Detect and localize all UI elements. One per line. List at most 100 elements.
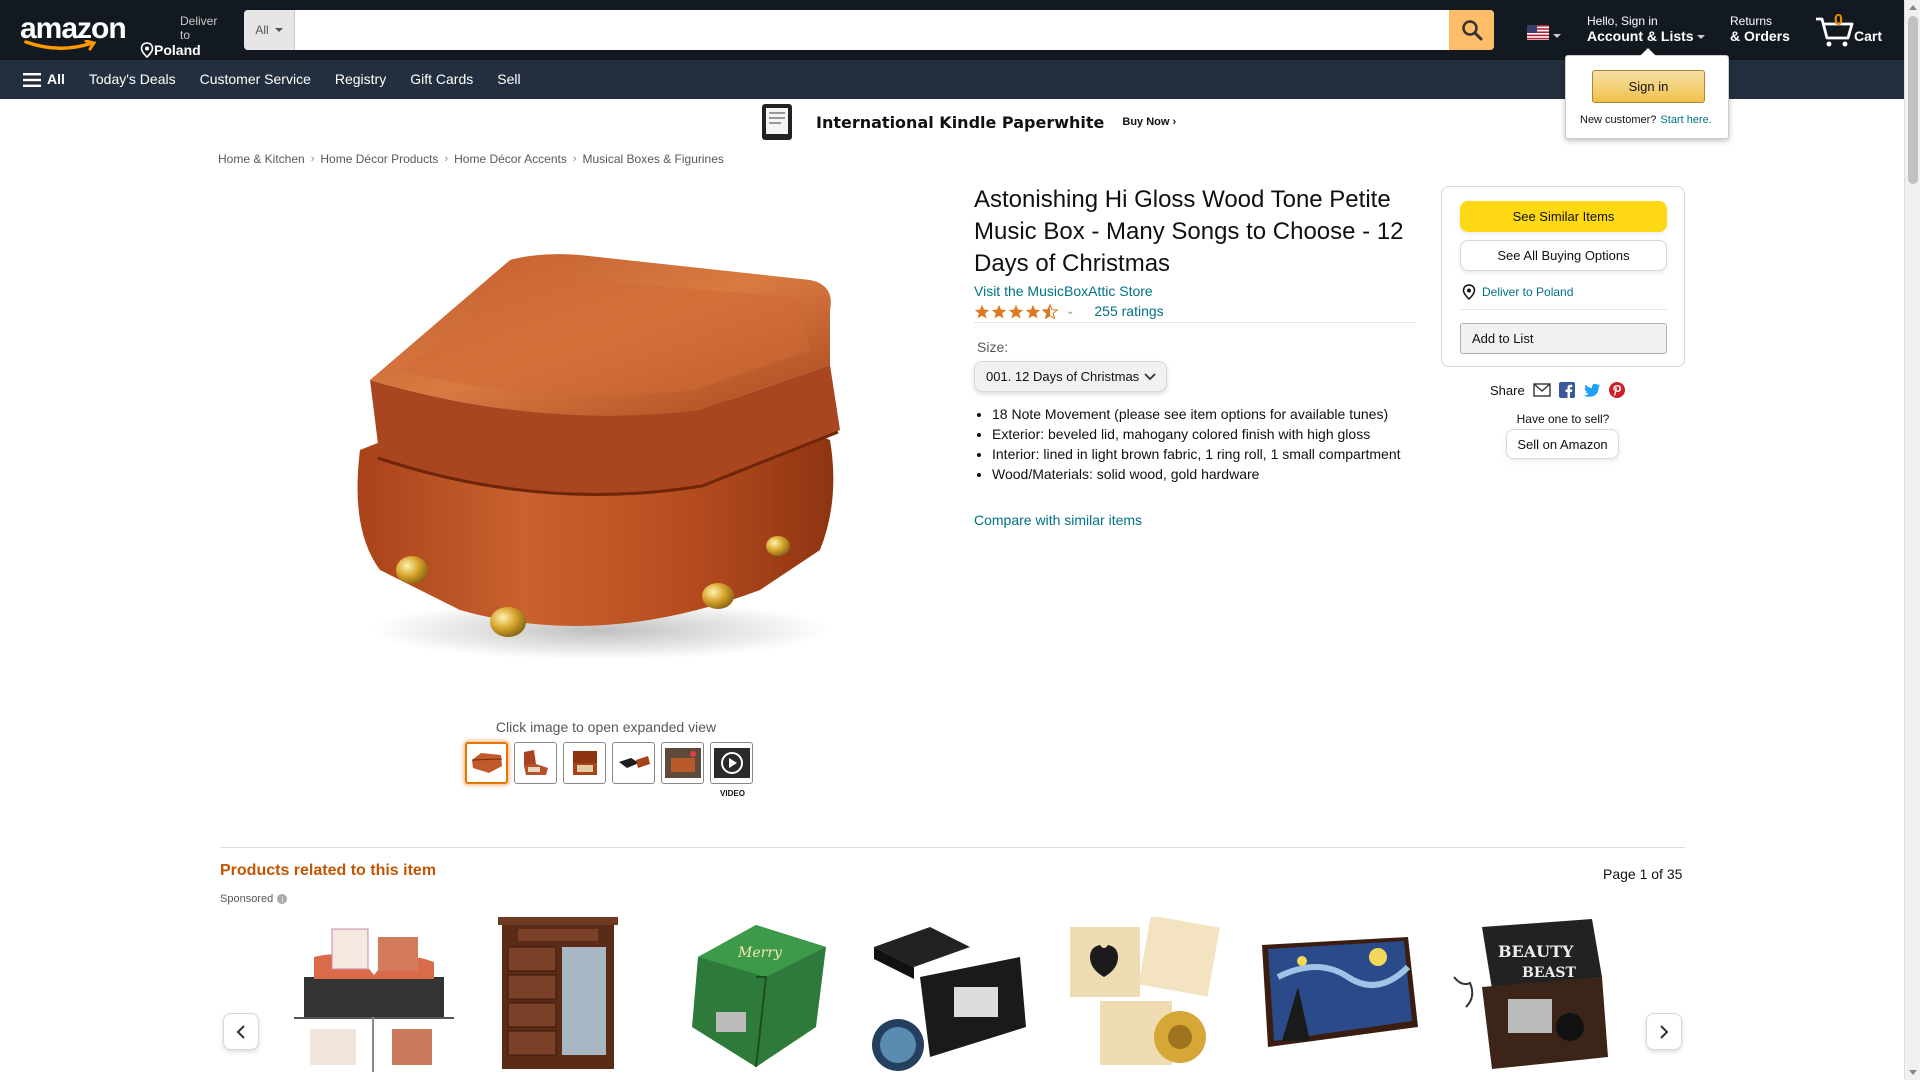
scroll-down-arrow-icon[interactable] (1909, 1070, 1917, 1075)
add-to-list-button[interactable]: Add to List (1460, 323, 1667, 354)
facebook-icon[interactable] (1558, 382, 1575, 398)
chevron-right-icon (1660, 1024, 1669, 1039)
account-label: Account & Lists (1587, 28, 1694, 44)
star-half-icon (1042, 303, 1058, 319)
logo-smile-icon (24, 40, 97, 51)
related-products-title: Products related to this item (220, 862, 437, 879)
subnav-customer-service[interactable]: Customer Service (188, 60, 323, 99)
carousel-next-button[interactable] (1646, 1013, 1682, 1050)
account-lists[interactable]: Hello, Sign in Account & Lists (1587, 14, 1706, 44)
rating-chevron-icon[interactable]: ⌄ (1066, 306, 1074, 317)
carousel-prev-button[interactable] (223, 1013, 259, 1050)
related-item-2[interactable] (484, 917, 644, 1072)
subnav-registry[interactable]: Registry (323, 60, 398, 99)
search-button[interactable] (1449, 10, 1494, 50)
see-similar-items-button[interactable]: See Similar Items (1460, 201, 1667, 232)
thumb-box-inside-icon (572, 751, 597, 775)
caret-down-icon (1697, 35, 1706, 40)
search-icon (1461, 20, 1482, 41)
pinterest-icon[interactable] (1608, 382, 1625, 398)
video-play-icon (713, 748, 750, 778)
search-input[interactable] (295, 10, 1449, 50)
product-thumbnail-image (1262, 937, 1418, 1047)
thumbnail-3[interactable] (563, 742, 606, 784)
breadcrumb-home-decor-products[interactable]: Home Décor Products (320, 152, 438, 166)
thumbnail-2[interactable] (514, 742, 557, 784)
all-menu-button[interactable]: All (14, 60, 77, 99)
email-icon[interactable] (1533, 383, 1551, 397)
related-item-3[interactable]: Merry (676, 917, 836, 1072)
main-product-image[interactable] (340, 230, 860, 670)
breadcrumb-home-decor-accents[interactable]: Home Décor Accents (454, 152, 567, 166)
feature-bullets: 18 Note Movement (please see item option… (992, 404, 1432, 484)
thumbnail-video[interactable]: VIDEO (710, 742, 753, 798)
thumb-box-lifestyle-icon (664, 748, 701, 778)
feature-bullet: 18 Note Movement (please see item option… (992, 404, 1432, 424)
svg-text:Merry: Merry (737, 945, 783, 961)
banner-buy-now[interactable]: Buy Now › (1122, 116, 1176, 128)
returns-orders[interactable]: Returns & Orders (1730, 14, 1790, 44)
product-thumbnail-image (498, 917, 618, 1069)
page-scrollbar[interactable] (1904, 0, 1920, 1080)
start-here-link[interactable]: Start here. (1660, 114, 1711, 126)
deliver-link[interactable]: Deliver to Poland (1482, 285, 1573, 299)
feature-bullet: Wood/Materials: solid wood, gold hardwar… (992, 464, 1432, 484)
hamburger-icon (23, 72, 41, 87)
related-item-6[interactable] (1258, 917, 1418, 1072)
subnav-gift-cards[interactable]: Gift Cards (398, 60, 485, 99)
language-selector[interactable] (1527, 25, 1561, 40)
thumbnail-1[interactable] (465, 742, 508, 784)
ratings-count-link[interactable]: 255 ratings (1094, 303, 1163, 319)
scroll-up-arrow-icon[interactable] (1909, 5, 1917, 10)
breadcrumb-home-kitchen[interactable]: Home & Kitchen (218, 152, 305, 166)
related-item-7[interactable]: BEAUTY BEAST (1452, 917, 1612, 1072)
deliver-to-poland[interactable]: Deliver to Poland (1462, 284, 1573, 300)
deliver-line2-wrap: Poland (140, 42, 220, 58)
product-thumbnail-image: BEAUTY BEAST (1453, 919, 1608, 1069)
scroll-thumb[interactable] (1908, 16, 1918, 184)
thumb-box-open-icon (523, 750, 548, 775)
search-category-select[interactable]: All (244, 10, 295, 50)
star-rating[interactable] (974, 303, 1058, 319)
cart-button[interactable]: 0 Cart (1814, 12, 1894, 48)
breadcrumb-musical-boxes[interactable]: Musical Boxes & Figurines (583, 152, 724, 166)
product-thumbnail-image (1070, 915, 1220, 1065)
thumbnail-4[interactable] (612, 742, 655, 784)
twitter-icon[interactable] (1583, 383, 1601, 398)
related-item-1[interactable] (294, 917, 454, 1072)
thumbnail-5[interactable] (661, 742, 704, 784)
caret-down-icon (1553, 33, 1561, 38)
amazon-logo[interactable]: amazon (20, 14, 127, 51)
see-all-buying-options-button[interactable]: See All Buying Options (1460, 240, 1667, 271)
feature-bullet: Exterior: beveled lid, mahogany colored … (992, 424, 1432, 444)
kindle-banner[interactable]: International Kindle Paperwhite Buy Now … (760, 102, 1176, 142)
deliver-line1: Deliver to (180, 14, 218, 42)
title-divider (974, 322, 1416, 323)
sponsored-label: Sponsored i (220, 893, 288, 905)
new-customer-text: New customer? (1580, 114, 1657, 126)
star-full-icon (1025, 304, 1041, 318)
compare-similar-link[interactable]: Compare with similar items (974, 512, 1142, 528)
music-box-image (357, 254, 840, 660)
product-thumbnail-image (294, 917, 454, 1072)
related-item-5[interactable] (1064, 915, 1224, 1072)
chevron-down-icon (1144, 372, 1156, 380)
subnav-sell[interactable]: Sell (485, 60, 532, 99)
buybox-divider (1460, 309, 1667, 310)
store-link[interactable]: Visit the MusicBoxAttic Store (974, 283, 1153, 299)
popover-signin-button[interactable]: Sign in (1592, 70, 1705, 103)
info-icon[interactable]: i (277, 894, 288, 904)
caret-down-icon (274, 28, 283, 32)
account-line2-wrap: Account & Lists (1587, 28, 1706, 44)
svg-text:BEAUTY: BEAUTY (1498, 942, 1574, 961)
sell-on-amazon-button[interactable]: Sell on Amazon (1506, 429, 1619, 459)
subnav-todays-deals[interactable]: Today's Deals (77, 60, 188, 99)
breadcrumb-separator: › (310, 153, 315, 165)
video-label: VIDEO (720, 789, 745, 798)
share-row: Share (1490, 382, 1625, 398)
deliver-to[interactable]: Deliver to Poland (140, 14, 220, 58)
size-dropdown[interactable]: 001. 12 Days of Christmas (974, 361, 1167, 392)
related-item-4[interactable] (870, 917, 1030, 1072)
size-label: Size: (977, 339, 1009, 355)
breadcrumb: Home & Kitchen › Home Décor Products › H… (218, 152, 724, 166)
